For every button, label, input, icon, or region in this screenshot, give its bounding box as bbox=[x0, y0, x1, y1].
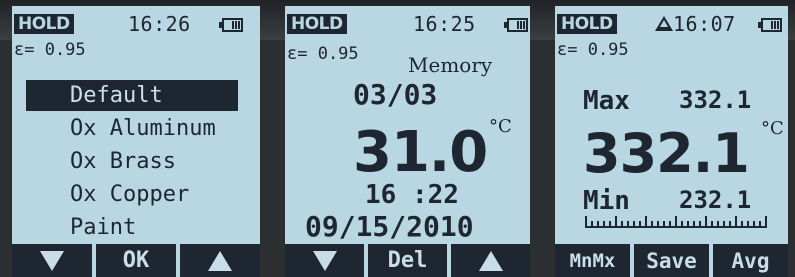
avg-button[interactable]: Avg bbox=[713, 244, 788, 277]
record-time: 16 :22 bbox=[365, 180, 459, 210]
screen-measurement: HOLD 16:07 ε= 0.95 Max 332.1 332.1 °C Mi… bbox=[555, 6, 788, 277]
scale-tick bbox=[615, 216, 617, 228]
scale-tick bbox=[657, 221, 659, 228]
up-button[interactable] bbox=[180, 244, 260, 277]
scale-tick bbox=[675, 216, 677, 228]
temperature-reading: 332.1 bbox=[583, 122, 750, 185]
scale-tick bbox=[621, 221, 623, 228]
scale-tick bbox=[669, 221, 671, 228]
temperature-unit: °C bbox=[761, 118, 784, 139]
menu-item-ox-copper[interactable]: Ox Copper bbox=[26, 179, 238, 210]
warning-icon bbox=[655, 16, 673, 31]
scale-tick bbox=[765, 216, 767, 228]
softkey-bar: MnMx Save Avg bbox=[555, 244, 788, 277]
emissivity-value: ε= 0.95 bbox=[287, 44, 359, 64]
temperature-unit: °C bbox=[489, 116, 512, 137]
delete-button[interactable]: Del bbox=[368, 244, 447, 277]
screen-memory: HOLD 16:25 ε= 0.95 Memory 03/03 31.0 °C … bbox=[285, 6, 530, 277]
scale-tick bbox=[663, 221, 665, 228]
scale-tick bbox=[759, 221, 761, 228]
hold-badge: HOLD bbox=[287, 14, 347, 34]
emissivity-value: ε= 0.95 bbox=[14, 40, 86, 60]
save-button[interactable]: Save bbox=[634, 244, 709, 277]
scale-tick bbox=[627, 221, 629, 228]
record-date: 09/15/2010 bbox=[305, 210, 474, 243]
bar-scale bbox=[585, 214, 767, 230]
up-arrow-icon bbox=[208, 250, 232, 271]
emissivity-value: ε= 0.95 bbox=[557, 40, 629, 60]
clock: 16:26 bbox=[128, 12, 191, 36]
scale-tick bbox=[639, 221, 641, 228]
softkey-bar: Del bbox=[285, 244, 530, 277]
scale-tick bbox=[723, 221, 725, 228]
minmax-button[interactable]: MnMx bbox=[555, 244, 630, 277]
down-button[interactable] bbox=[285, 244, 364, 277]
temperature-reading: 31.0 bbox=[353, 120, 488, 185]
scale-tick bbox=[633, 221, 635, 228]
softkey-bar: OK bbox=[12, 244, 260, 277]
scale-tick bbox=[705, 216, 707, 228]
scale-tick bbox=[699, 221, 701, 228]
menu-item-ox-brass[interactable]: Ox Brass bbox=[26, 146, 238, 177]
scale-tick bbox=[747, 221, 749, 228]
hold-badge: HOLD bbox=[14, 14, 74, 34]
max-label: Max bbox=[583, 86, 630, 116]
min-value: 232.1 bbox=[679, 186, 752, 214]
scale-tick bbox=[681, 221, 683, 228]
scale-tick bbox=[711, 221, 713, 228]
down-arrow-icon bbox=[40, 250, 64, 271]
battery-icon bbox=[504, 18, 528, 32]
scale-tick bbox=[597, 221, 599, 228]
down-arrow-icon bbox=[312, 250, 337, 271]
scale-tick bbox=[645, 216, 647, 228]
up-arrow-icon bbox=[478, 250, 503, 271]
clock: 16:25 bbox=[413, 12, 476, 36]
menu-item-default[interactable]: Default bbox=[26, 80, 238, 111]
record-index: 03/03 bbox=[353, 78, 438, 111]
scale-tick bbox=[693, 221, 695, 228]
battery-icon bbox=[219, 18, 243, 32]
menu-item-ox-aluminum[interactable]: Ox Aluminum bbox=[26, 113, 238, 144]
scale-tick bbox=[609, 221, 611, 228]
screen-material-menu: HOLD 16:26 ε= 0.95 Default Ox Aluminum O… bbox=[12, 6, 260, 277]
battery-icon bbox=[758, 18, 782, 32]
memory-mode-label: Memory bbox=[408, 53, 493, 77]
scale-tick bbox=[741, 221, 743, 228]
scale-tick bbox=[729, 221, 731, 228]
ok-button[interactable]: OK bbox=[96, 244, 176, 277]
scale-tick bbox=[687, 221, 689, 228]
scale-tick bbox=[717, 221, 719, 228]
scale-tick bbox=[651, 221, 653, 228]
max-value: 332.1 bbox=[679, 86, 752, 114]
down-button[interactable] bbox=[12, 244, 92, 277]
min-label: Min bbox=[583, 186, 630, 216]
scale-tick bbox=[585, 216, 587, 228]
scale-tick bbox=[753, 221, 755, 228]
scale-tick bbox=[735, 216, 737, 228]
hold-badge: HOLD bbox=[557, 14, 617, 34]
scale-tick bbox=[591, 221, 593, 228]
clock: 16:07 bbox=[673, 12, 736, 36]
scale-tick bbox=[603, 221, 605, 228]
menu-item-paint[interactable]: Paint bbox=[26, 212, 238, 243]
up-button[interactable] bbox=[451, 244, 530, 277]
